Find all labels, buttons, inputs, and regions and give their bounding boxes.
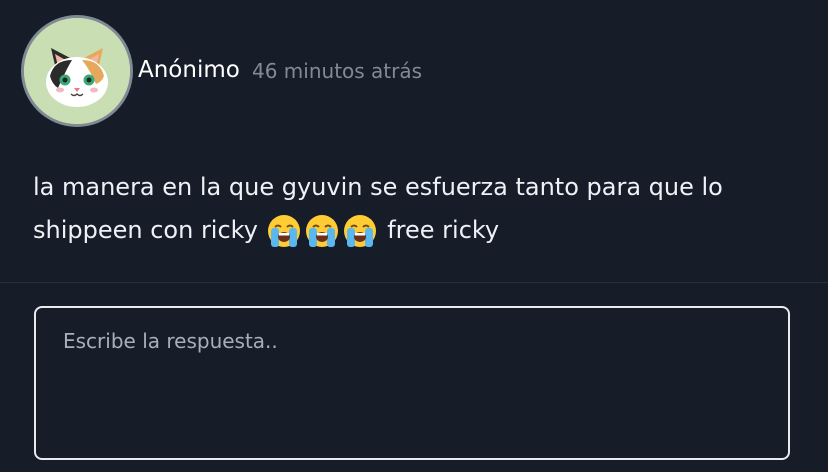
post-timestamp: 46 minutos atrás xyxy=(252,59,423,83)
loudly-crying-face-emoji xyxy=(304,213,340,249)
message-text-prefix: shippeen con ricky xyxy=(33,216,258,244)
cat-face-icon xyxy=(24,18,130,124)
avatar[interactable] xyxy=(24,18,130,124)
message-line-2: shippeen con ricky free ricky xyxy=(33,209,793,252)
reply-input[interactable]: Escribe la respuesta.. xyxy=(34,306,790,460)
message-line-1: la manera en la que gyuvin se esfuerza t… xyxy=(33,173,723,201)
post-message: la manera en la que gyuvin se esfuerza t… xyxy=(33,166,793,252)
loudly-crying-face-emoji xyxy=(266,213,302,249)
loudly-crying-face-emoji xyxy=(342,213,378,249)
author-name[interactable]: Anónimo xyxy=(138,55,240,85)
divider xyxy=(0,282,828,283)
reply-placeholder: Escribe la respuesta.. xyxy=(63,329,278,353)
message-text-suffix: free ricky xyxy=(387,216,500,244)
